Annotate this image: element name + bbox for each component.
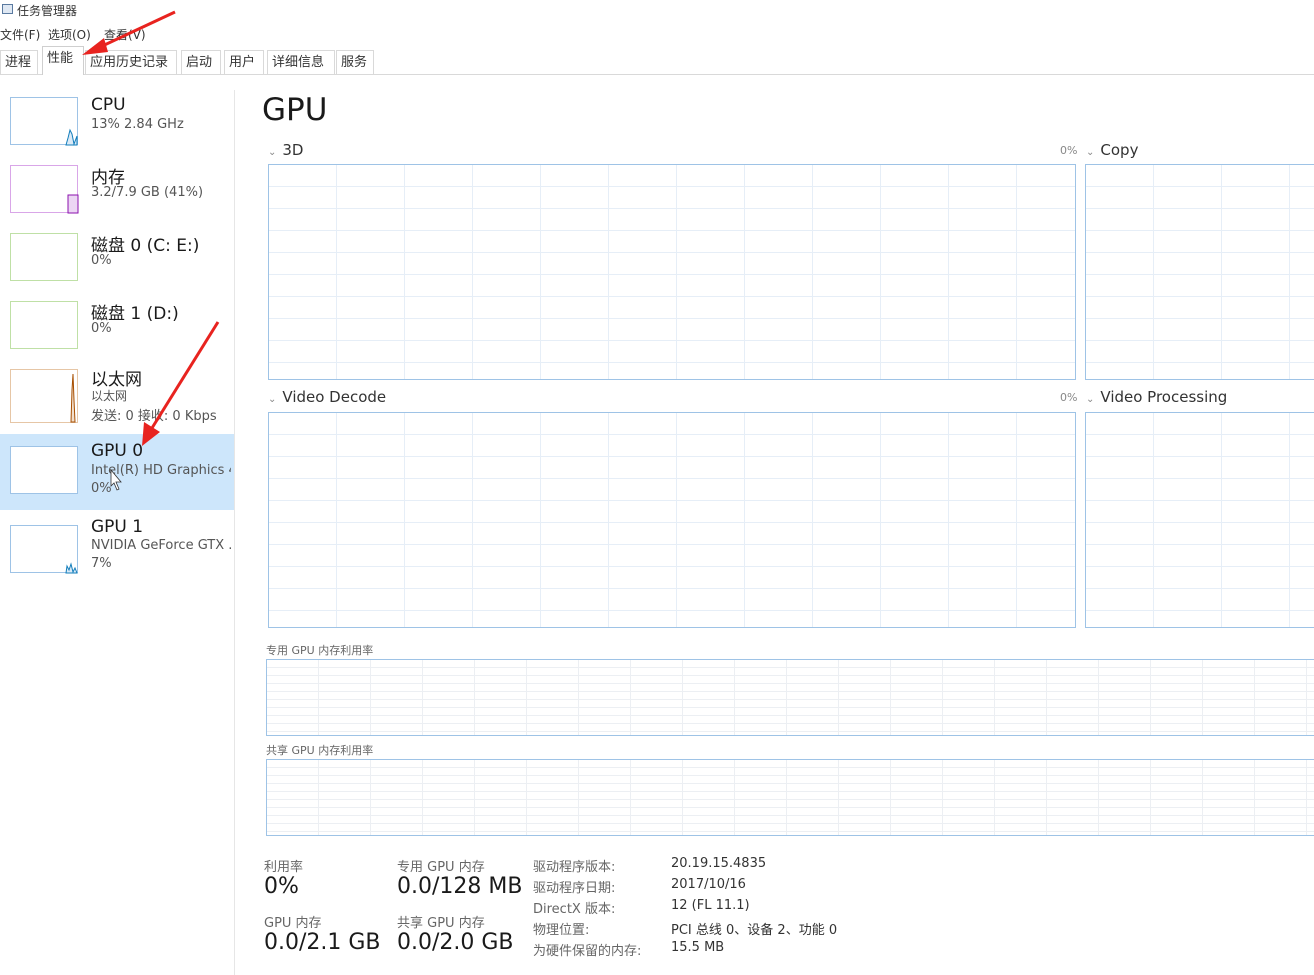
- chevron-down-icon: ⌄: [1086, 394, 1095, 405]
- sidebar-item-detail: 0%: [91, 253, 112, 268]
- engine-selector-video-decode[interactable]: ⌄ Video Decode: [268, 388, 386, 406]
- physical-location-value: PCI 总线 0、设备 2、功能 0: [671, 923, 838, 938]
- engine-label: Copy: [1100, 141, 1139, 159]
- driver-date-label: 驱动程序日期:: [533, 881, 616, 896]
- sidebar-item-detail: NVIDIA GeForce GTX .: [91, 538, 231, 553]
- sidebar-item-gpu-1[interactable]: GPU 1 NVIDIA GeForce GTX . 7%: [0, 510, 234, 578]
- tab-services[interactable]: 服务: [336, 50, 374, 74]
- sidebar-item-disk-0[interactable]: 磁盘 0 (C: E:) 0%: [0, 226, 234, 294]
- chevron-down-icon: ⌄: [268, 147, 277, 158]
- engine-graph-video-decode: [268, 412, 1076, 628]
- shared-memory-graph: [266, 759, 1314, 836]
- sidebar-item-detail: 0%: [91, 321, 112, 336]
- driver-date-value: 2017/10/16: [671, 877, 746, 892]
- task-manager-icon: [2, 4, 13, 14]
- utilization-value: 0%: [264, 874, 299, 899]
- tab-details[interactable]: 详细信息: [267, 50, 335, 74]
- dedicated-memory-graph-label: 专用 GPU 内存利用率: [266, 644, 374, 657]
- menu-options[interactable]: 选项(O): [48, 26, 91, 43]
- sidebar-item-detail: 以太网: [91, 389, 128, 403]
- sidebar-item-ethernet[interactable]: 以太网 以太网 发送: 0 接收: 0 Kbps: [0, 362, 234, 430]
- sidebar-item-name: GPU 1: [91, 517, 144, 537]
- engine-percent: 0%: [1060, 391, 1078, 404]
- gpu-memory-value: 0.0/2.1 GB: [264, 930, 381, 955]
- page-title: GPU: [262, 92, 328, 128]
- tab-performance[interactable]: 性能: [42, 46, 84, 75]
- disk-1-thumbnail-graph: [10, 301, 78, 349]
- physical-location-label: 物理位置:: [533, 923, 590, 938]
- shared-memory-label: 共享 GPU 内存: [397, 916, 485, 931]
- sidebar-item-disk-1[interactable]: 磁盘 1 (D:) 0%: [0, 294, 234, 362]
- memory-thumbnail-graph: [10, 165, 79, 214]
- shared-memory-graph-label: 共享 GPU 内存利用率: [266, 744, 374, 757]
- sidebar-item-memory[interactable]: 内存 3.2/7.9 GB (41%): [0, 158, 234, 226]
- engine-selector-3d[interactable]: ⌄ 3D: [268, 141, 303, 159]
- engine-graph-copy: [1085, 164, 1314, 380]
- tab-bar: 进程 性能 应用历史记录 启动 用户 详细信息 服务: [0, 46, 1314, 75]
- engine-graph-3d: [268, 164, 1076, 380]
- sidebar-item-gpu-0[interactable]: GPU 0 Intel(R) HD Graphics 4 0%: [0, 434, 234, 510]
- engine-label: Video Processing: [1100, 388, 1228, 406]
- resource-sidebar: CPU 13% 2.84 GHz 内存 3.2/7.9 GB (41%) 磁盘 …: [0, 90, 235, 975]
- sidebar-item-detail: Intel(R) HD Graphics 4: [91, 463, 231, 478]
- engine-percent: 0%: [1060, 144, 1078, 157]
- driver-version-label: 驱动程序版本:: [533, 860, 616, 875]
- directx-version-label: DirectX 版本:: [533, 902, 616, 917]
- dedicated-memory-graph: [266, 659, 1314, 736]
- sidebar-item-detail-2: 0%: [91, 481, 112, 496]
- tab-processes[interactable]: 进程: [0, 50, 38, 74]
- title-bar: 任务管理器: [0, 0, 1314, 20]
- ethernet-thumbnail-graph: [10, 369, 78, 423]
- cpu-thumbnail-graph: [10, 97, 78, 146]
- dedicated-memory-label: 专用 GPU 内存: [397, 860, 485, 875]
- sidebar-item-detail: 13% 2.84 GHz: [91, 117, 184, 132]
- disk-0-thumbnail-graph: [10, 233, 78, 281]
- sidebar-item-name: CPU: [91, 95, 126, 115]
- directx-version-value: 12 (FL 11.1): [671, 898, 750, 913]
- tab-app-history[interactable]: 应用历史记录: [85, 50, 177, 74]
- tab-startup[interactable]: 启动: [181, 50, 221, 74]
- engine-graph-video-processing: [1085, 412, 1314, 628]
- sidebar-item-detail-2: 发送: 0 接收: 0 Kbps: [91, 409, 217, 424]
- hardware-reserved-memory-value: 15.5 MB: [671, 940, 725, 955]
- menu-file[interactable]: 文件(F): [0, 26, 40, 43]
- tab-users[interactable]: 用户: [224, 50, 264, 74]
- driver-version-value: 20.19.15.4835: [671, 856, 767, 871]
- utilization-label: 利用率: [264, 860, 304, 875]
- shared-memory-value: 0.0/2.0 GB: [397, 930, 514, 955]
- sidebar-item-cpu[interactable]: CPU 13% 2.84 GHz: [0, 90, 234, 158]
- hardware-reserved-memory-label: 为硬件保留的内存:: [533, 944, 642, 959]
- sidebar-item-detail-2: 7%: [91, 556, 112, 571]
- window-title: 任务管理器: [17, 4, 78, 18]
- sidebar-item-detail: 3.2/7.9 GB (41%): [91, 185, 204, 200]
- chevron-down-icon: ⌄: [268, 394, 277, 405]
- gpu-0-thumbnail-graph: [10, 446, 78, 494]
- engine-selector-copy[interactable]: ⌄ Copy: [1086, 141, 1138, 159]
- chevron-down-icon: ⌄: [1086, 147, 1095, 158]
- gpu-memory-label: GPU 内存: [264, 916, 322, 931]
- engine-label: Video Decode: [282, 388, 387, 406]
- engine-selector-video-processing[interactable]: ⌄ Video Processing: [1086, 388, 1227, 406]
- gpu-1-thumbnail-graph: [10, 525, 78, 574]
- engine-label: 3D: [282, 141, 304, 159]
- dedicated-memory-value: 0.0/128 MB: [397, 874, 523, 899]
- sidebar-item-name: GPU 0: [91, 441, 144, 461]
- menu-view[interactable]: 查看(V): [104, 26, 146, 43]
